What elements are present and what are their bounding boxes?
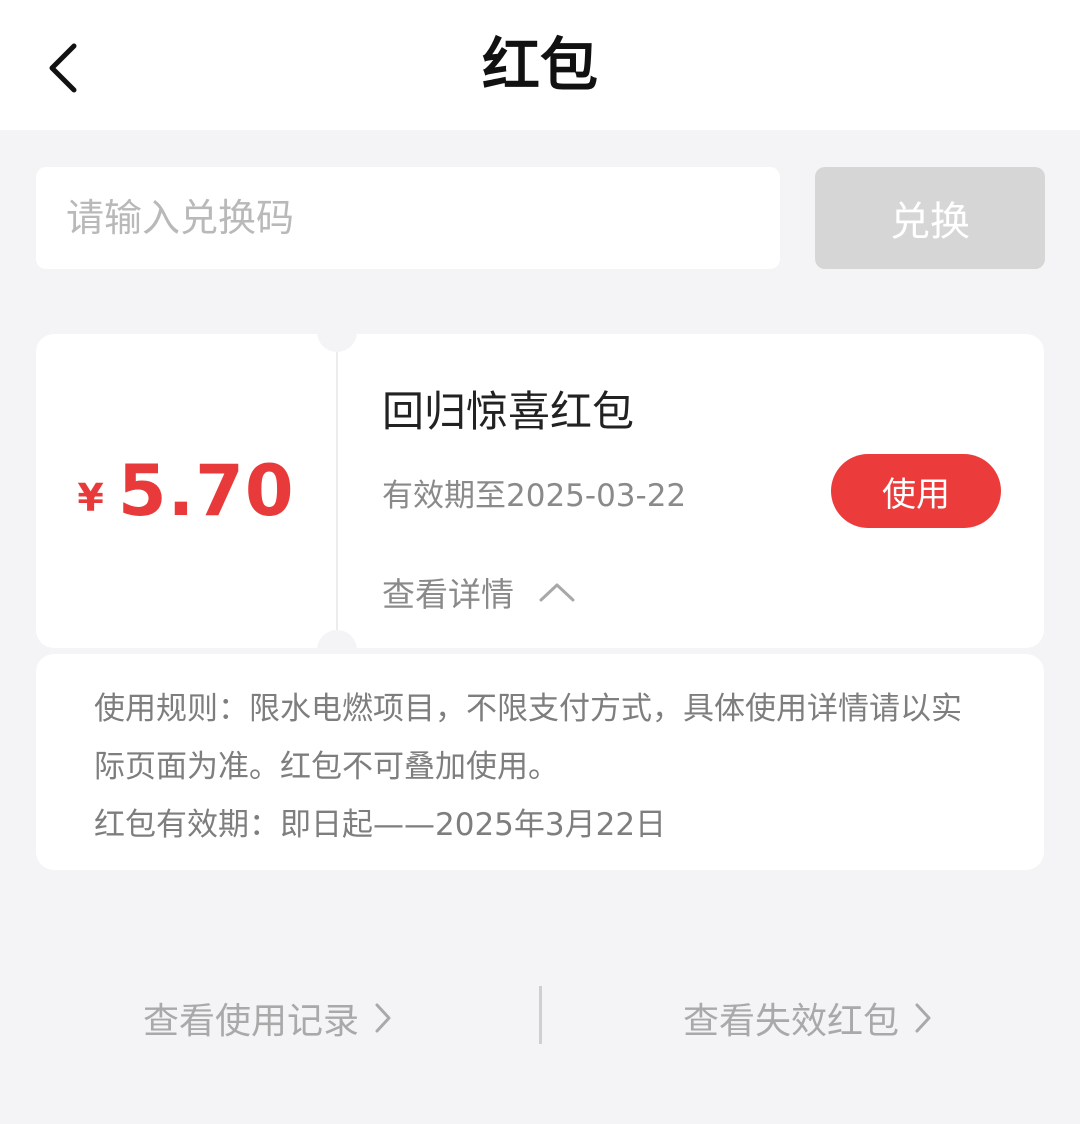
view-usage-record-link[interactable]: 查看使用记录 — [143, 990, 393, 1046]
ticket-divider — [336, 352, 338, 630]
usage-record-label: 查看使用记录 — [143, 1001, 360, 1042]
view-details-toggle[interactable]: 查看详情 — [382, 568, 576, 616]
view-details-label: 查看详情 — [382, 575, 514, 614]
currency-symbol: ¥ — [77, 476, 104, 520]
redeem-button[interactable]: 兑换 — [815, 167, 1045, 269]
coupon-expiry: 有效期至2025-03-22 — [382, 478, 687, 514]
usage-rules-text: 使用规则：限水电燃项目，不限支付方式，具体使用详情请以实际页面为准。红包不可叠加… — [94, 691, 962, 785]
coupon-card: ¥ 5.70 回归惊喜红包 有效期至2025-03-22 使用 查看详情 — [36, 312, 1044, 670]
page-title: 红包 — [481, 31, 598, 99]
coupon-amount: ¥ 5.70 — [36, 334, 336, 648]
header-bar: 红包 — [0, 0, 1080, 130]
footer-divider — [539, 986, 542, 1044]
rules-panel: 使用规则：限水电燃项目，不限支付方式，具体使用详情请以实际页面为准。红包不可叠加… — [36, 654, 1044, 870]
chevron-right-icon — [375, 1003, 391, 1033]
view-expired-coupons-link[interactable]: 查看失效红包 — [683, 990, 933, 1046]
amount-value: 5.70 — [117, 450, 295, 532]
expired-coupons-label: 查看失效红包 — [683, 1001, 900, 1042]
chevron-up-icon — [539, 583, 575, 602]
coupon-title: 回归惊喜红包 — [382, 387, 635, 436]
validity-text: 红包有效期：即日起——2025年3月22日 — [94, 807, 667, 843]
use-button[interactable]: 使用 — [831, 454, 1001, 528]
redeem-code-input[interactable] — [36, 167, 780, 269]
chevron-right-icon — [915, 1003, 931, 1033]
